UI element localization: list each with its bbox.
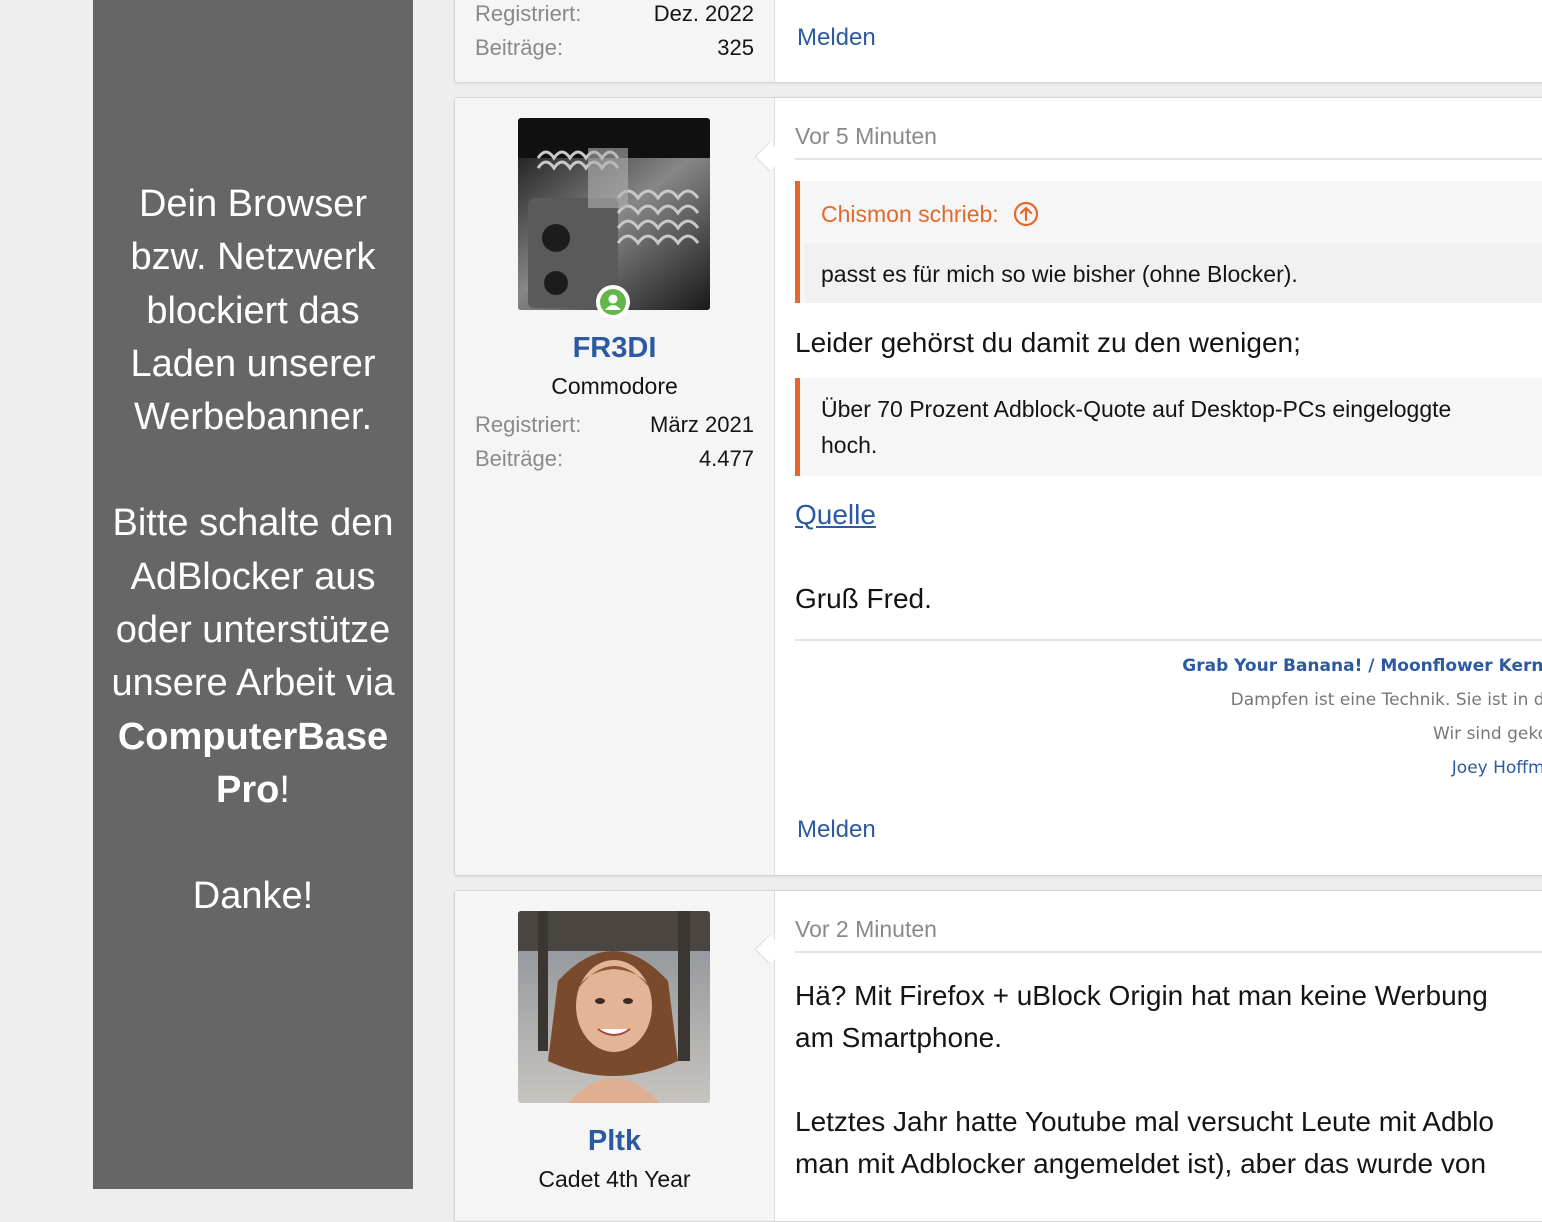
quote-text: passt es für mich so wie bisher (ohne Bl… xyxy=(821,261,1298,287)
post-timestamp[interactable]: Vor 2 Minuten xyxy=(795,916,937,943)
user-avatar[interactable] xyxy=(518,911,710,1103)
jump-to-quote-icon[interactable] xyxy=(1013,201,1039,227)
post-fr3di: FR3DI Commodore Registriert: März 2021 Be… xyxy=(454,97,1542,876)
post-pltk: Pltk Cadet 4th Year Vor 2 Minuten Hä? Mi… xyxy=(454,890,1542,1222)
post-text-line: Hä? Mit Firefox + uBlock Origin hat man … xyxy=(795,980,1488,1011)
quote-author[interactable]: Chismon schrieb: xyxy=(821,201,1039,228)
post-text-line: man mit Adblocker angemeldet ist), aber … xyxy=(795,1148,1487,1179)
user-title: Commodore xyxy=(551,373,678,399)
online-status-icon xyxy=(596,285,630,319)
post-user-info: Pltk Cadet 4th Year xyxy=(455,891,775,1221)
user-avatar[interactable] xyxy=(518,118,710,310)
adblock-request: Bitte schalte den AdBlocker aus oder unt… xyxy=(111,502,395,811)
post-previous: Registriert: Dez. 2022 Beiträge: 325 Melde… xyxy=(454,0,1542,83)
post-text: Leider gehörst du damit zu den wenigen; xyxy=(795,327,1301,358)
post-text-line: Letztes Jahr hatte Youtube mal versucht … xyxy=(795,1106,1494,1137)
report-link[interactable]: Melden xyxy=(797,816,876,844)
report-link[interactable]: Melden xyxy=(797,24,876,52)
divider xyxy=(795,951,1542,953)
quote-text-line: hoch. xyxy=(821,432,878,458)
signature-link[interactable]: Joey Hoffma xyxy=(755,758,1542,792)
signature: Grab Your Banana! / Moonflower Kerne Dam… xyxy=(755,656,1542,792)
signature-divider xyxy=(795,639,1542,641)
username[interactable]: FR3DI xyxy=(455,332,774,365)
post-user-info: Registriert: Dez. 2022 Beiträge: 325 xyxy=(455,0,775,82)
quote-block: Chismon schrieb: passt es für mich so wi… xyxy=(795,181,1542,303)
signature-text: Wir sind gekor xyxy=(1433,724,1542,744)
adblock-message: Dein Browser bzw. Netzwerk blockiert das… xyxy=(130,183,376,439)
source-link[interactable]: Quelle xyxy=(795,499,876,531)
user-title: Cadet 4th Year xyxy=(538,1166,691,1192)
adblock-thanks: Danke! xyxy=(192,875,314,918)
user-stat-posts: Beiträge: 4.477 xyxy=(475,446,754,471)
signature-text: Dampfen ist eine Technik. Sie ist in de xyxy=(1230,690,1542,710)
user-stat-registered: Registriert: Dez. 2022 xyxy=(475,1,754,26)
user-stat-posts: Beiträge: 325 xyxy=(475,35,754,60)
adblock-notice-panel: Dein Browser bzw. Netzwerk blockiert das… xyxy=(93,0,413,1189)
post-timestamp[interactable]: Vor 5 Minuten xyxy=(795,123,937,150)
divider xyxy=(795,158,1542,160)
quote-block: Über 70 Prozent Adblock-Quote auf Deskto… xyxy=(795,378,1542,476)
post-user-info: FR3DI Commodore Registriert: März 2021 Be… xyxy=(455,98,775,875)
username[interactable]: Pltk xyxy=(455,1125,774,1158)
post-text-line: am Smartphone. xyxy=(795,1022,1002,1053)
user-stat-registered: Registriert: März 2021 xyxy=(475,412,754,437)
quote-text-line: Über 70 Prozent Adblock-Quote auf Deskto… xyxy=(821,396,1452,422)
signature-link[interactable]: Grab Your Banana! / Moonflower Kerne xyxy=(755,656,1542,690)
post-greeting: Gruß Fred. xyxy=(795,583,932,614)
computerbase-pro-link[interactable]: ComputerBase Pro xyxy=(118,716,388,811)
